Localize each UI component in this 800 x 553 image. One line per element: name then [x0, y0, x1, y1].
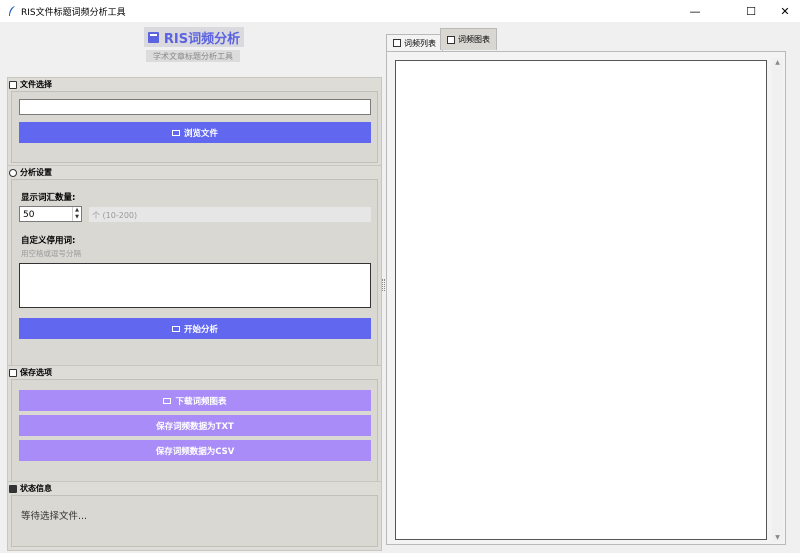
word-frequency-list[interactable]: [395, 60, 767, 540]
rocket-icon: [171, 325, 180, 332]
results-notebook: ▲ ▼: [386, 51, 786, 545]
scroll-down-icon[interactable]: ▼: [772, 533, 783, 542]
status-section: 状态信息 等待选择文件...: [7, 481, 382, 551]
chart-icon: [447, 35, 455, 44]
book-icon: [147, 31, 159, 43]
save-section-title: 保存选项: [20, 368, 52, 377]
info-icon: [9, 484, 17, 493]
word-count-value: 50: [23, 210, 35, 220]
spin-arrows[interactable]: ▲ ▼: [72, 207, 81, 221]
stopwords-hint: 用空格或逗号分隔: [21, 249, 81, 258]
settings-section-legend: 分析设置: [8, 166, 52, 179]
file-section-legend: 文件选择: [8, 78, 52, 91]
tab-word-list[interactable]: 词频列表: [386, 34, 443, 51]
vertical-scrollbar[interactable]: ▲ ▼: [772, 58, 783, 542]
save-icon: [9, 368, 17, 377]
word-count-unit: 个 (10-200): [89, 207, 371, 222]
file-section-body: 浏览文件: [11, 91, 378, 163]
app-subtitle: 学术文章标题分析工具: [146, 50, 240, 62]
save-options-section: 保存选项 下载词频图表 保存词频数据为TXT 保存词频数据为CSV: [7, 365, 382, 490]
main-window: RIS词频分析 学术文章标题分析工具 文件选择 浏览文件 分析设置 显示词汇数量…: [0, 22, 800, 553]
folder-open-icon: [171, 129, 180, 136]
minimize-button[interactable]: —: [672, 0, 718, 22]
status-section-body: 等待选择文件...: [11, 495, 378, 547]
gear-icon: [9, 168, 17, 177]
file-path-input[interactable]: [19, 99, 371, 115]
save-section-legend: 保存选项: [8, 366, 52, 379]
spin-up-icon[interactable]: ▲: [73, 207, 81, 214]
analysis-settings-section: 分析设置 显示词汇数量: 50 ▲ ▼ 个 (10-200) 自定义停用词: 用…: [7, 165, 382, 375]
app-header: RIS词频分析: [144, 27, 244, 47]
window-title: RIS文件标题词频分析工具: [21, 8, 126, 18]
word-count-label: 显示词汇数量:: [21, 193, 76, 203]
stopwords-input[interactable]: [19, 263, 371, 308]
folder-icon: [9, 80, 17, 89]
spin-down-icon[interactable]: ▼: [73, 214, 81, 221]
download-chart-button[interactable]: 下载词频图表: [19, 390, 371, 411]
status-text: 等待选择文件...: [21, 511, 88, 522]
stopwords-label: 自定义停用词:: [21, 236, 76, 246]
browse-file-button[interactable]: 浏览文件: [19, 122, 371, 143]
tab-word-chart-label: 词频图表: [458, 35, 490, 44]
save-txt-button[interactable]: 保存词频数据为TXT: [19, 415, 371, 436]
settings-section-body: 显示词汇数量: 50 ▲ ▼ 个 (10-200) 自定义停用词: 用空格或逗号…: [11, 179, 378, 371]
download-icon: [163, 397, 172, 404]
scroll-up-icon[interactable]: ▲: [772, 58, 783, 67]
download-chart-label: 下载词频图表: [175, 396, 227, 407]
tab-word-list-label: 词频列表: [404, 38, 436, 48]
settings-section-title: 分析设置: [20, 168, 52, 177]
start-analysis-label: 开始分析: [183, 324, 218, 335]
tab-word-chart[interactable]: 词频图表: [440, 28, 497, 50]
browse-file-label: 浏览文件: [183, 128, 218, 139]
file-section-title: 文件选择: [20, 80, 52, 89]
close-button[interactable]: ✕: [762, 0, 800, 22]
file-selection-section: 文件选择 浏览文件: [7, 77, 382, 167]
start-analysis-button[interactable]: 开始分析: [19, 318, 371, 339]
status-section-legend: 状态信息: [8, 482, 52, 495]
save-section-body: 下载词频图表 保存词频数据为TXT 保存词频数据为CSV: [11, 379, 378, 486]
word-count-spinbox[interactable]: 50 ▲ ▼: [19, 206, 82, 222]
status-section-title: 状态信息: [20, 484, 52, 493]
list-icon: [393, 39, 401, 47]
save-csv-button[interactable]: 保存词频数据为CSV: [19, 440, 371, 461]
pane-sash[interactable]: [382, 279, 385, 291]
app-title: RIS词频分析: [163, 31, 241, 47]
title-bar: RIS文件标题词频分析工具 — ☐ ✕: [0, 0, 800, 22]
feather-icon: [9, 6, 15, 16]
